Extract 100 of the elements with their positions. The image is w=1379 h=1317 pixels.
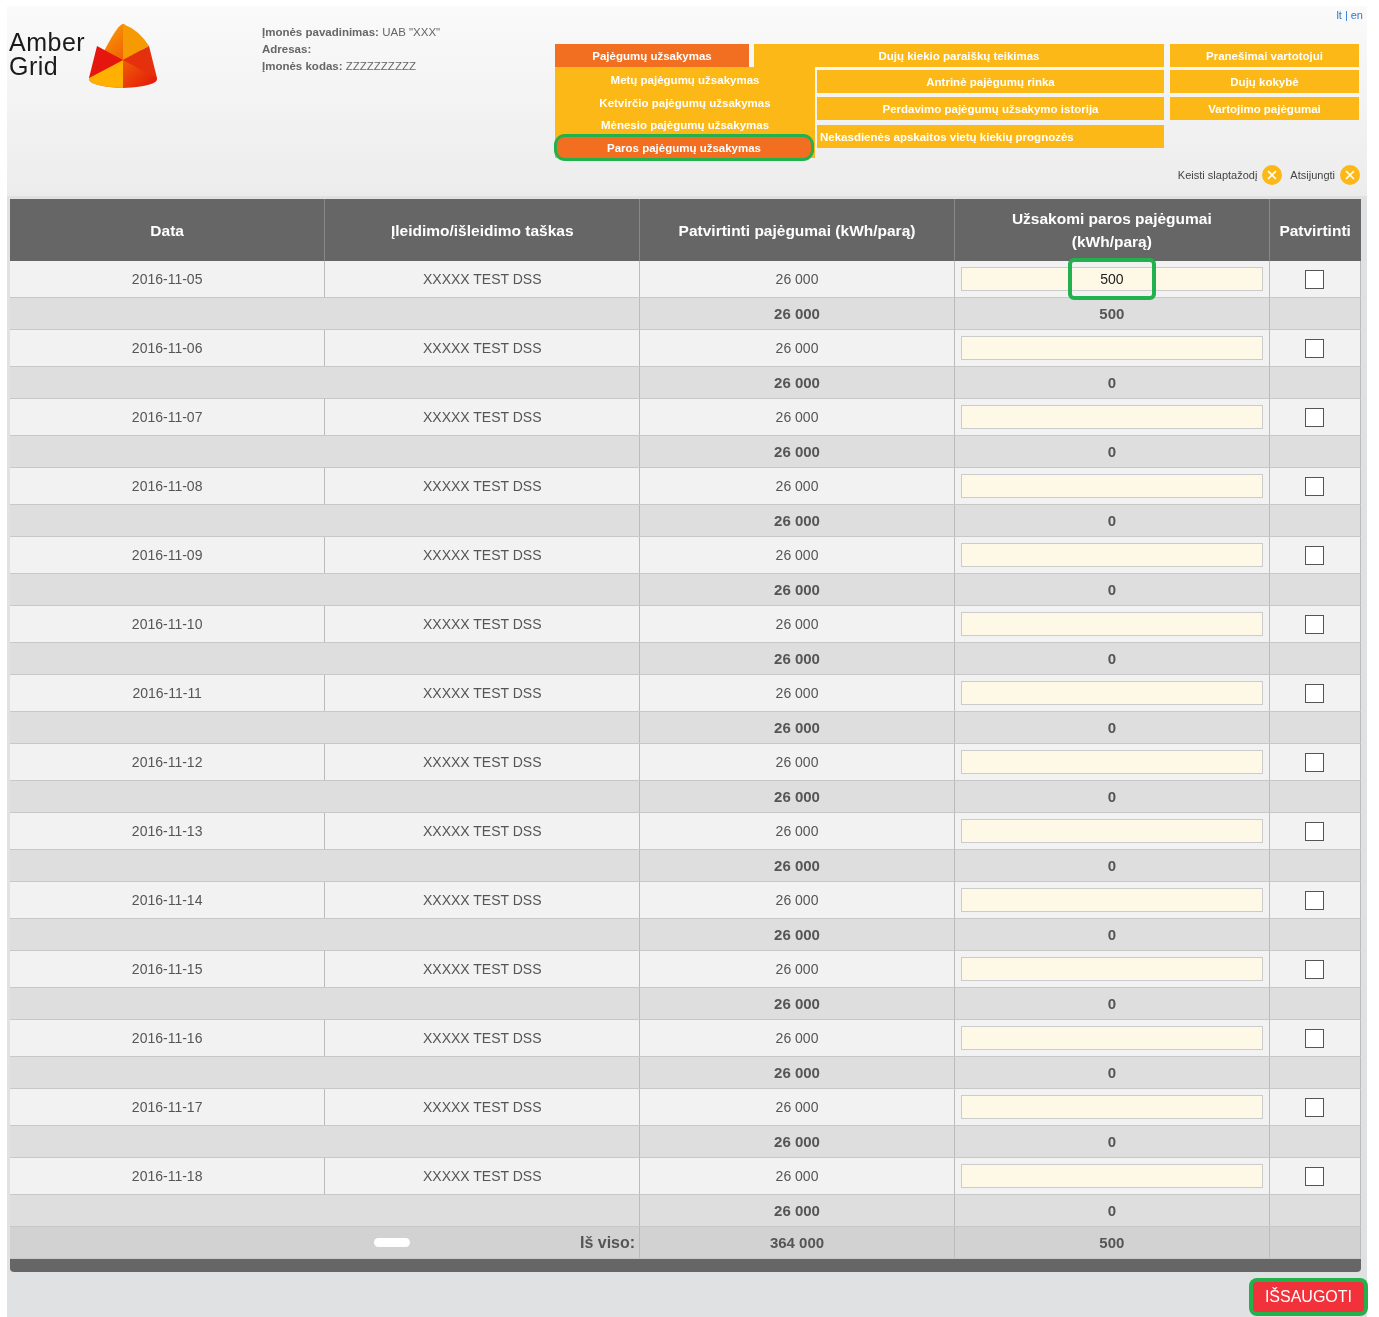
checkbox[interactable] xyxy=(1305,890,1325,910)
triangle-logo-icon xyxy=(87,22,160,90)
user-link[interactable]: Keisti slaptažodį xyxy=(1177,169,1258,181)
checkbox[interactable] xyxy=(1305,1166,1325,1186)
table-cell: 0 xyxy=(954,711,1270,744)
column-header: Patvirtinti xyxy=(1269,199,1361,261)
input-field[interactable] xyxy=(960,957,1263,981)
table-cell: 26 000 xyxy=(639,849,955,882)
menu-item[interactable]: Dujų kokybė xyxy=(1170,70,1359,93)
table-cell: 26 000 xyxy=(639,297,955,330)
table-cell: XXXXX TEST DSS xyxy=(324,467,640,505)
input-field[interactable] xyxy=(960,888,1263,912)
table-cell: 26 000 xyxy=(639,780,955,813)
column-header: Patvirtinti pajėgumai (kWh/parą) xyxy=(639,199,955,261)
table-cell: 26 000 xyxy=(639,987,955,1020)
column-header: Įleidimo/išleidimo taškas xyxy=(324,199,640,261)
menu-item[interactable]: Vartojimo pajėgumai xyxy=(1170,97,1359,120)
table-cell: 26 000 xyxy=(639,398,955,436)
checkbox[interactable] xyxy=(1305,476,1325,496)
input-field[interactable] xyxy=(960,1164,1263,1188)
table-cell: 26 000 xyxy=(639,435,955,468)
table-cell: XXXXX TEST DSS xyxy=(324,674,640,712)
input-field[interactable] xyxy=(960,819,1263,843)
menu-item[interactable]: Antrinė pajėgumų rinka xyxy=(817,70,1164,93)
submenu-item[interactable]: Metų pajėgumų užsakymas xyxy=(555,69,815,92)
table-cell: 26 000 xyxy=(639,1019,955,1057)
input-field[interactable]: 500 xyxy=(960,267,1263,291)
table-cell: XXXXX TEST DSS xyxy=(324,536,640,574)
total-label: Iš viso: xyxy=(580,1233,636,1252)
checkbox[interactable] xyxy=(1305,1028,1325,1048)
company-info: Įmonės pavadinimas: UAB "XXX" xyxy=(262,25,442,40)
table-cell: 0 xyxy=(954,780,1270,813)
table-cell: 26 000 xyxy=(639,536,955,574)
input-field[interactable] xyxy=(960,543,1263,567)
table-cell: XXXXX TEST DSS xyxy=(324,1157,640,1195)
company-info: Adresas: xyxy=(262,42,313,57)
table-cell: 26 000 xyxy=(639,573,955,606)
input-field[interactable] xyxy=(960,1026,1263,1050)
menu-item[interactable]: Perdavimo pajėgumų užsakymo istorija xyxy=(817,97,1164,120)
table-cell: 26 000 xyxy=(639,642,955,675)
input-field[interactable] xyxy=(960,336,1263,360)
table-cell: XXXXX TEST DSS xyxy=(324,1088,640,1126)
table-cell: 0 xyxy=(954,849,1270,882)
company-info: Įmonės kodas: ZZZZZZZZZZ xyxy=(262,59,417,74)
menu-tab[interactable]: Pajėgumų užsakymas xyxy=(555,44,749,67)
table-cell: XXXXX TEST DSS xyxy=(324,605,640,643)
table-cell: 0 xyxy=(954,642,1270,675)
input-field[interactable] xyxy=(960,405,1263,429)
logo-text: Amber xyxy=(9,30,86,54)
column-header: Data xyxy=(10,199,325,261)
separator: | xyxy=(1344,9,1348,21)
checkbox[interactable] xyxy=(1305,614,1325,634)
input-field[interactable] xyxy=(960,1095,1263,1119)
table-cell: 26 000 xyxy=(639,366,955,399)
submenu-item[interactable]: Mėnesio pajėgumų užsakymas xyxy=(555,114,815,137)
menu-item[interactable]: Dujų kiekio paraiškų teikimas xyxy=(754,44,1164,67)
table-cell: 2016-11-16 xyxy=(10,1019,325,1057)
checkbox[interactable] xyxy=(1305,338,1325,358)
checkbox[interactable] xyxy=(1305,752,1325,772)
table-cell: 0 xyxy=(954,1125,1270,1158)
close-icon[interactable] xyxy=(1262,165,1283,185)
input-field[interactable] xyxy=(960,750,1263,774)
menu-item[interactable]: Pranešimai vartotojui xyxy=(1170,44,1359,67)
user-link[interactable]: Atsijungti xyxy=(1290,169,1335,181)
checkbox[interactable] xyxy=(1305,821,1325,841)
submenu-item[interactable]: Ketvirčio pajėgumų užsakymas xyxy=(555,91,815,114)
language-link[interactable]: lt xyxy=(1336,9,1342,21)
checkbox[interactable] xyxy=(1305,545,1325,565)
submenu-item[interactable]: Paros pajėgumų užsakymas xyxy=(557,137,811,158)
column-header: Užsakomi paros pajėgumai (kWh/parą) xyxy=(954,199,1270,261)
menu-item[interactable]: Nekasdienės apskaitos vietų kiekių prognozės xyxy=(817,125,1164,148)
table-cell: XXXXX TEST DSS xyxy=(324,812,640,850)
input-field[interactable] xyxy=(960,612,1263,636)
table-cell: 26 000 xyxy=(639,467,955,505)
checkbox[interactable] xyxy=(1305,269,1325,289)
input-field[interactable] xyxy=(960,474,1263,498)
table-cell: 26 000 xyxy=(639,1125,955,1158)
table-cell: 26 000 xyxy=(639,1056,955,1089)
table-cell: 26 000 xyxy=(639,261,955,298)
checkbox[interactable] xyxy=(1305,1097,1325,1117)
table-cell: 0 xyxy=(954,918,1270,951)
table-cell: 2016-11-10 xyxy=(10,605,325,643)
close-icon[interactable] xyxy=(1340,165,1360,185)
checkbox[interactable] xyxy=(1305,683,1325,703)
table-cell: 0 xyxy=(954,504,1270,537)
table-cell: 2016-11-17 xyxy=(10,1088,325,1126)
handle-mark xyxy=(374,1238,410,1247)
checkbox[interactable] xyxy=(1305,407,1325,427)
table-cell: 26 000 xyxy=(639,1088,955,1126)
table-cell: 0 xyxy=(954,435,1270,468)
table-cell: 2016-11-13 xyxy=(10,812,325,850)
table-cell: 2016-11-14 xyxy=(10,881,325,919)
table-cell: 2016-11-05 xyxy=(10,261,325,298)
language-link[interactable]: en xyxy=(1350,9,1363,21)
table-cell: 2016-11-15 xyxy=(10,950,325,988)
table-cell: XXXXX TEST DSS xyxy=(324,398,640,436)
checkbox[interactable] xyxy=(1305,959,1325,979)
table-cell: XXXXX TEST DSS xyxy=(324,329,640,367)
input-field[interactable] xyxy=(960,681,1263,705)
table-cell: 0 xyxy=(954,366,1270,399)
